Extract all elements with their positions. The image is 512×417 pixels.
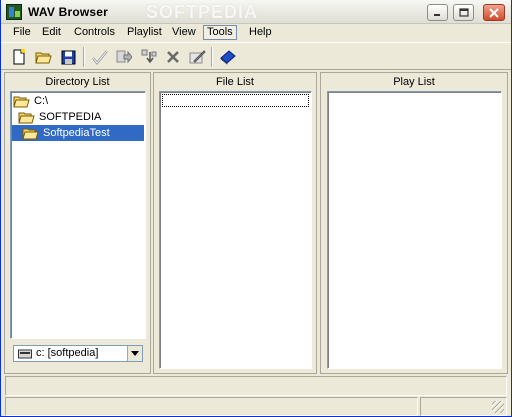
- maximize-icon: [458, 8, 469, 17]
- menu-tools[interactable]: Tools: [203, 25, 237, 40]
- book-icon: [220, 50, 236, 65]
- export-button[interactable]: [114, 47, 134, 67]
- play-list-header: Play List: [393, 76, 435, 88]
- minimize-button[interactable]: [427, 4, 448, 21]
- toolbar-separator: [211, 47, 213, 67]
- save-button[interactable]: [58, 47, 78, 67]
- directory-item-selected[interactable]: SoftpediaTest: [12, 125, 144, 141]
- move-button[interactable]: [139, 47, 159, 67]
- directory-item[interactable]: SOFTPEDIA: [18, 109, 103, 125]
- drive-select[interactable]: c: [softpedia]: [13, 345, 143, 362]
- book-button[interactable]: [218, 47, 238, 67]
- toolbar-separator: [83, 47, 85, 67]
- watermark: SOFTPEDIA: [146, 2, 259, 22]
- file-list[interactable]: [159, 91, 312, 369]
- status-field-main: [5, 376, 507, 396]
- dropdown-arrow[interactable]: [127, 346, 142, 361]
- close-icon: [489, 7, 499, 18]
- edit-button[interactable]: [187, 47, 207, 67]
- toolbar: [1, 42, 511, 70]
- resize-grip[interactable]: [492, 401, 504, 413]
- move-icon: [141, 49, 157, 64]
- app-icon[interactable]: [6, 4, 22, 20]
- directory-tree[interactable]: C:\ SOFTPEDIA SoftpediaTest: [10, 91, 146, 339]
- play-list[interactable]: [327, 91, 502, 369]
- directory-panel: Directory List C:\ SOFTPEDIA SoftpediaTe…: [4, 72, 151, 374]
- menu-bar: File Edit Controls Playlist View Tools H…: [1, 24, 511, 41]
- export-icon: [116, 50, 132, 64]
- delete-button[interactable]: [163, 47, 183, 67]
- close-button[interactable]: [483, 4, 505, 21]
- delete-icon: [167, 51, 179, 63]
- open-button[interactable]: [33, 47, 53, 67]
- menu-help[interactable]: Help: [246, 25, 275, 40]
- check-button[interactable]: [90, 47, 110, 67]
- menu-view[interactable]: View: [169, 25, 199, 40]
- menu-controls[interactable]: Controls: [71, 25, 118, 40]
- menu-playlist[interactable]: Playlist: [124, 25, 165, 40]
- minimize-icon: [434, 14, 440, 16]
- drive-select-value: c: [softpedia]: [36, 347, 99, 359]
- chevron-down-icon: [131, 351, 139, 356]
- menu-file[interactable]: File: [10, 25, 34, 40]
- title-bar[interactable]: WAV Browser SOFTPEDIA: [1, 0, 511, 24]
- directory-item-label: C:\: [34, 95, 49, 107]
- window-title: WAV Browser: [28, 5, 108, 19]
- new-document-icon: [13, 49, 25, 65]
- open-folder-icon: [13, 96, 30, 108]
- open-folder-icon: [34, 52, 52, 64]
- app-window: WAV Browser SOFTPEDIA File Edit Controls…: [0, 0, 512, 417]
- file-list-header: File List: [216, 76, 254, 88]
- maximize-button[interactable]: [453, 4, 474, 21]
- directory-list-header: Directory List: [45, 76, 110, 88]
- directory-item-label: SOFTPEDIA: [39, 111, 102, 123]
- edit-icon: [189, 50, 206, 64]
- file-list-focus-row[interactable]: [162, 94, 309, 107]
- new-button[interactable]: [9, 47, 29, 67]
- menu-edit[interactable]: Edit: [39, 25, 64, 40]
- open-folder-icon: [22, 128, 39, 140]
- check-icon: [92, 50, 108, 65]
- status-area: [1, 375, 511, 417]
- play-list-panel: Play List: [320, 72, 508, 374]
- status-field-left: [5, 397, 418, 416]
- directory-item-label: SoftpediaTest: [43, 127, 110, 139]
- file-list-panel: File List: [153, 72, 317, 374]
- drive-icon: [18, 349, 32, 359]
- status-field-right: [420, 397, 507, 416]
- open-folder-icon: [18, 112, 35, 124]
- save-disk-icon: [61, 50, 75, 64]
- directory-item[interactable]: C:\: [13, 93, 50, 109]
